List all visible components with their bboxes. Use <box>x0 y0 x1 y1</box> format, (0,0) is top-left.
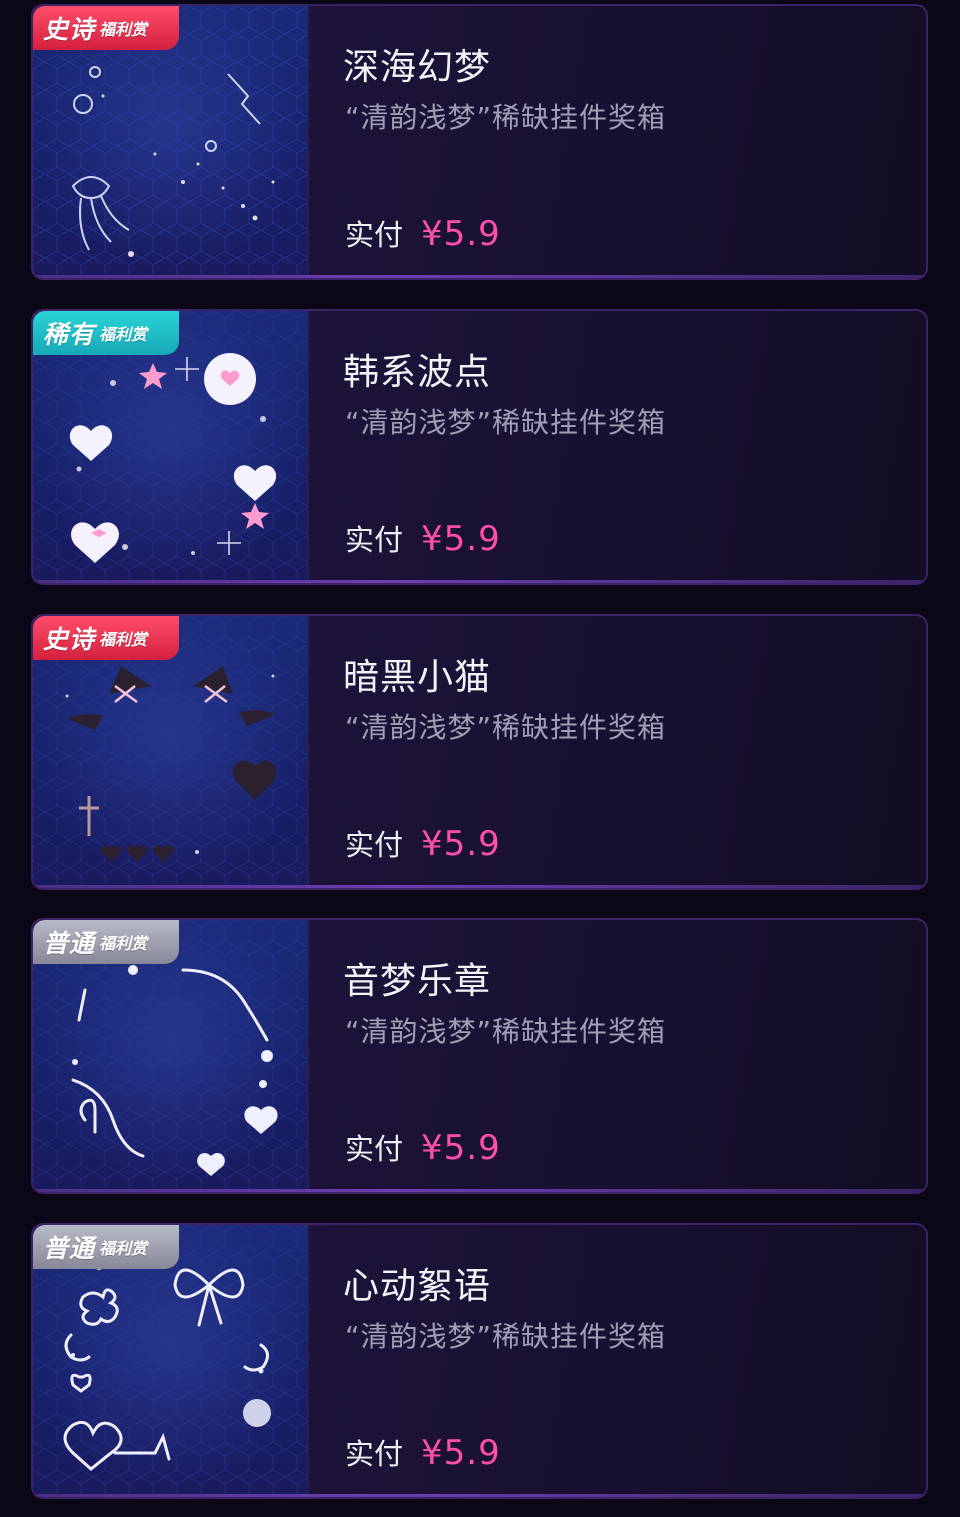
price-value: ¥5.9 <box>421 519 501 559</box>
pendant-thumbnail: 普通 福利赏 <box>33 920 309 1192</box>
pendant-thumbnail: 普通 福利赏 <box>33 1225 309 1497</box>
price-value: ¥5.9 <box>421 1128 501 1168</box>
reward-card-deep-sea[interactable]: 史诗 福利赏 深海幻梦 “清韵浅梦”稀缺挂件奖箱 实付 ¥5.9 <box>31 4 928 280</box>
rarity-sub-label: 福利赏 <box>99 1239 148 1258</box>
price-row: 实付 ¥5.9 <box>345 822 501 864</box>
rarity-badge-rare: 稀有 福利赏 <box>33 311 179 355</box>
reward-card-heart-whisper[interactable]: 普通 福利赏 心动絮语 “清韵浅梦”稀缺挂件奖箱 实付 ¥5.9 <box>31 1223 928 1499</box>
card-title: 暗黑小猫 <box>343 657 492 698</box>
rarity-tier-label: 普通 <box>43 929 96 958</box>
card-description: “清韵浅梦”稀缺挂件奖箱 <box>345 711 667 744</box>
rarity-tier-label: 稀有 <box>43 320 96 349</box>
card-title: 音梦乐章 <box>343 961 492 1002</box>
price-label: 实付 <box>345 523 404 557</box>
rarity-sub-label: 福利赏 <box>99 934 148 953</box>
price-row: 实付 ¥5.9 <box>345 1126 501 1168</box>
price-value: ¥5.9 <box>421 1433 501 1473</box>
price-label: 实付 <box>345 828 404 862</box>
price-label: 实付 <box>345 1437 404 1471</box>
rarity-sub-label: 福利赏 <box>99 630 148 649</box>
reward-card-music[interactable]: 普通 福利赏 音梦乐章 “清韵浅梦”稀缺挂件奖箱 实付 ¥5.9 <box>31 918 928 1194</box>
price-label: 实付 <box>345 1132 404 1166</box>
reward-box-list: 史诗 福利赏 深海幻梦 “清韵浅梦”稀缺挂件奖箱 实付 ¥5.9 稀有 福利赏 … <box>0 0 960 1517</box>
card-title: 心动絮语 <box>343 1266 492 1307</box>
price-row: 实付 ¥5.9 <box>345 1431 501 1473</box>
reward-card-dark-cat[interactable]: 史诗 福利赏 暗黑小猫 “清韵浅梦”稀缺挂件奖箱 实付 ¥5.9 <box>31 614 928 890</box>
price-row: 实付 ¥5.9 <box>345 517 501 559</box>
reward-card-korean-dots[interactable]: 稀有 福利赏 韩系波点 “清韵浅梦”稀缺挂件奖箱 实付 ¥5.9 <box>31 309 928 585</box>
card-description: “清韵浅梦”稀缺挂件奖箱 <box>345 101 667 134</box>
rarity-badge-epic: 史诗 福利赏 <box>33 6 179 50</box>
price-value: ¥5.9 <box>421 824 501 864</box>
price-value: ¥5.9 <box>421 214 501 254</box>
card-description: “清韵浅梦”稀缺挂件奖箱 <box>345 406 667 439</box>
card-description: “清韵浅梦”稀缺挂件奖箱 <box>345 1015 667 1048</box>
rarity-sub-label: 福利赏 <box>99 20 148 39</box>
rarity-sub-label: 福利赏 <box>99 325 148 344</box>
card-title: 深海幻梦 <box>343 47 492 88</box>
rarity-badge-normal: 普通 福利赏 <box>33 920 179 964</box>
rarity-tier-label: 史诗 <box>43 625 96 654</box>
pendant-thumbnail: 史诗 福利赏 <box>33 616 309 888</box>
price-label: 实付 <box>345 218 404 252</box>
rarity-badge-epic: 史诗 福利赏 <box>33 616 179 660</box>
pendant-thumbnail: 史诗 福利赏 <box>33 6 309 278</box>
rarity-tier-label: 史诗 <box>43 15 96 44</box>
price-row: 实付 ¥5.9 <box>345 212 501 254</box>
card-description: “清韵浅梦”稀缺挂件奖箱 <box>345 1320 667 1353</box>
pendant-thumbnail: 稀有 福利赏 <box>33 311 309 583</box>
rarity-tier-label: 普通 <box>43 1234 96 1263</box>
card-title: 韩系波点 <box>343 352 492 393</box>
rarity-badge-normal: 普通 福利赏 <box>33 1225 179 1269</box>
